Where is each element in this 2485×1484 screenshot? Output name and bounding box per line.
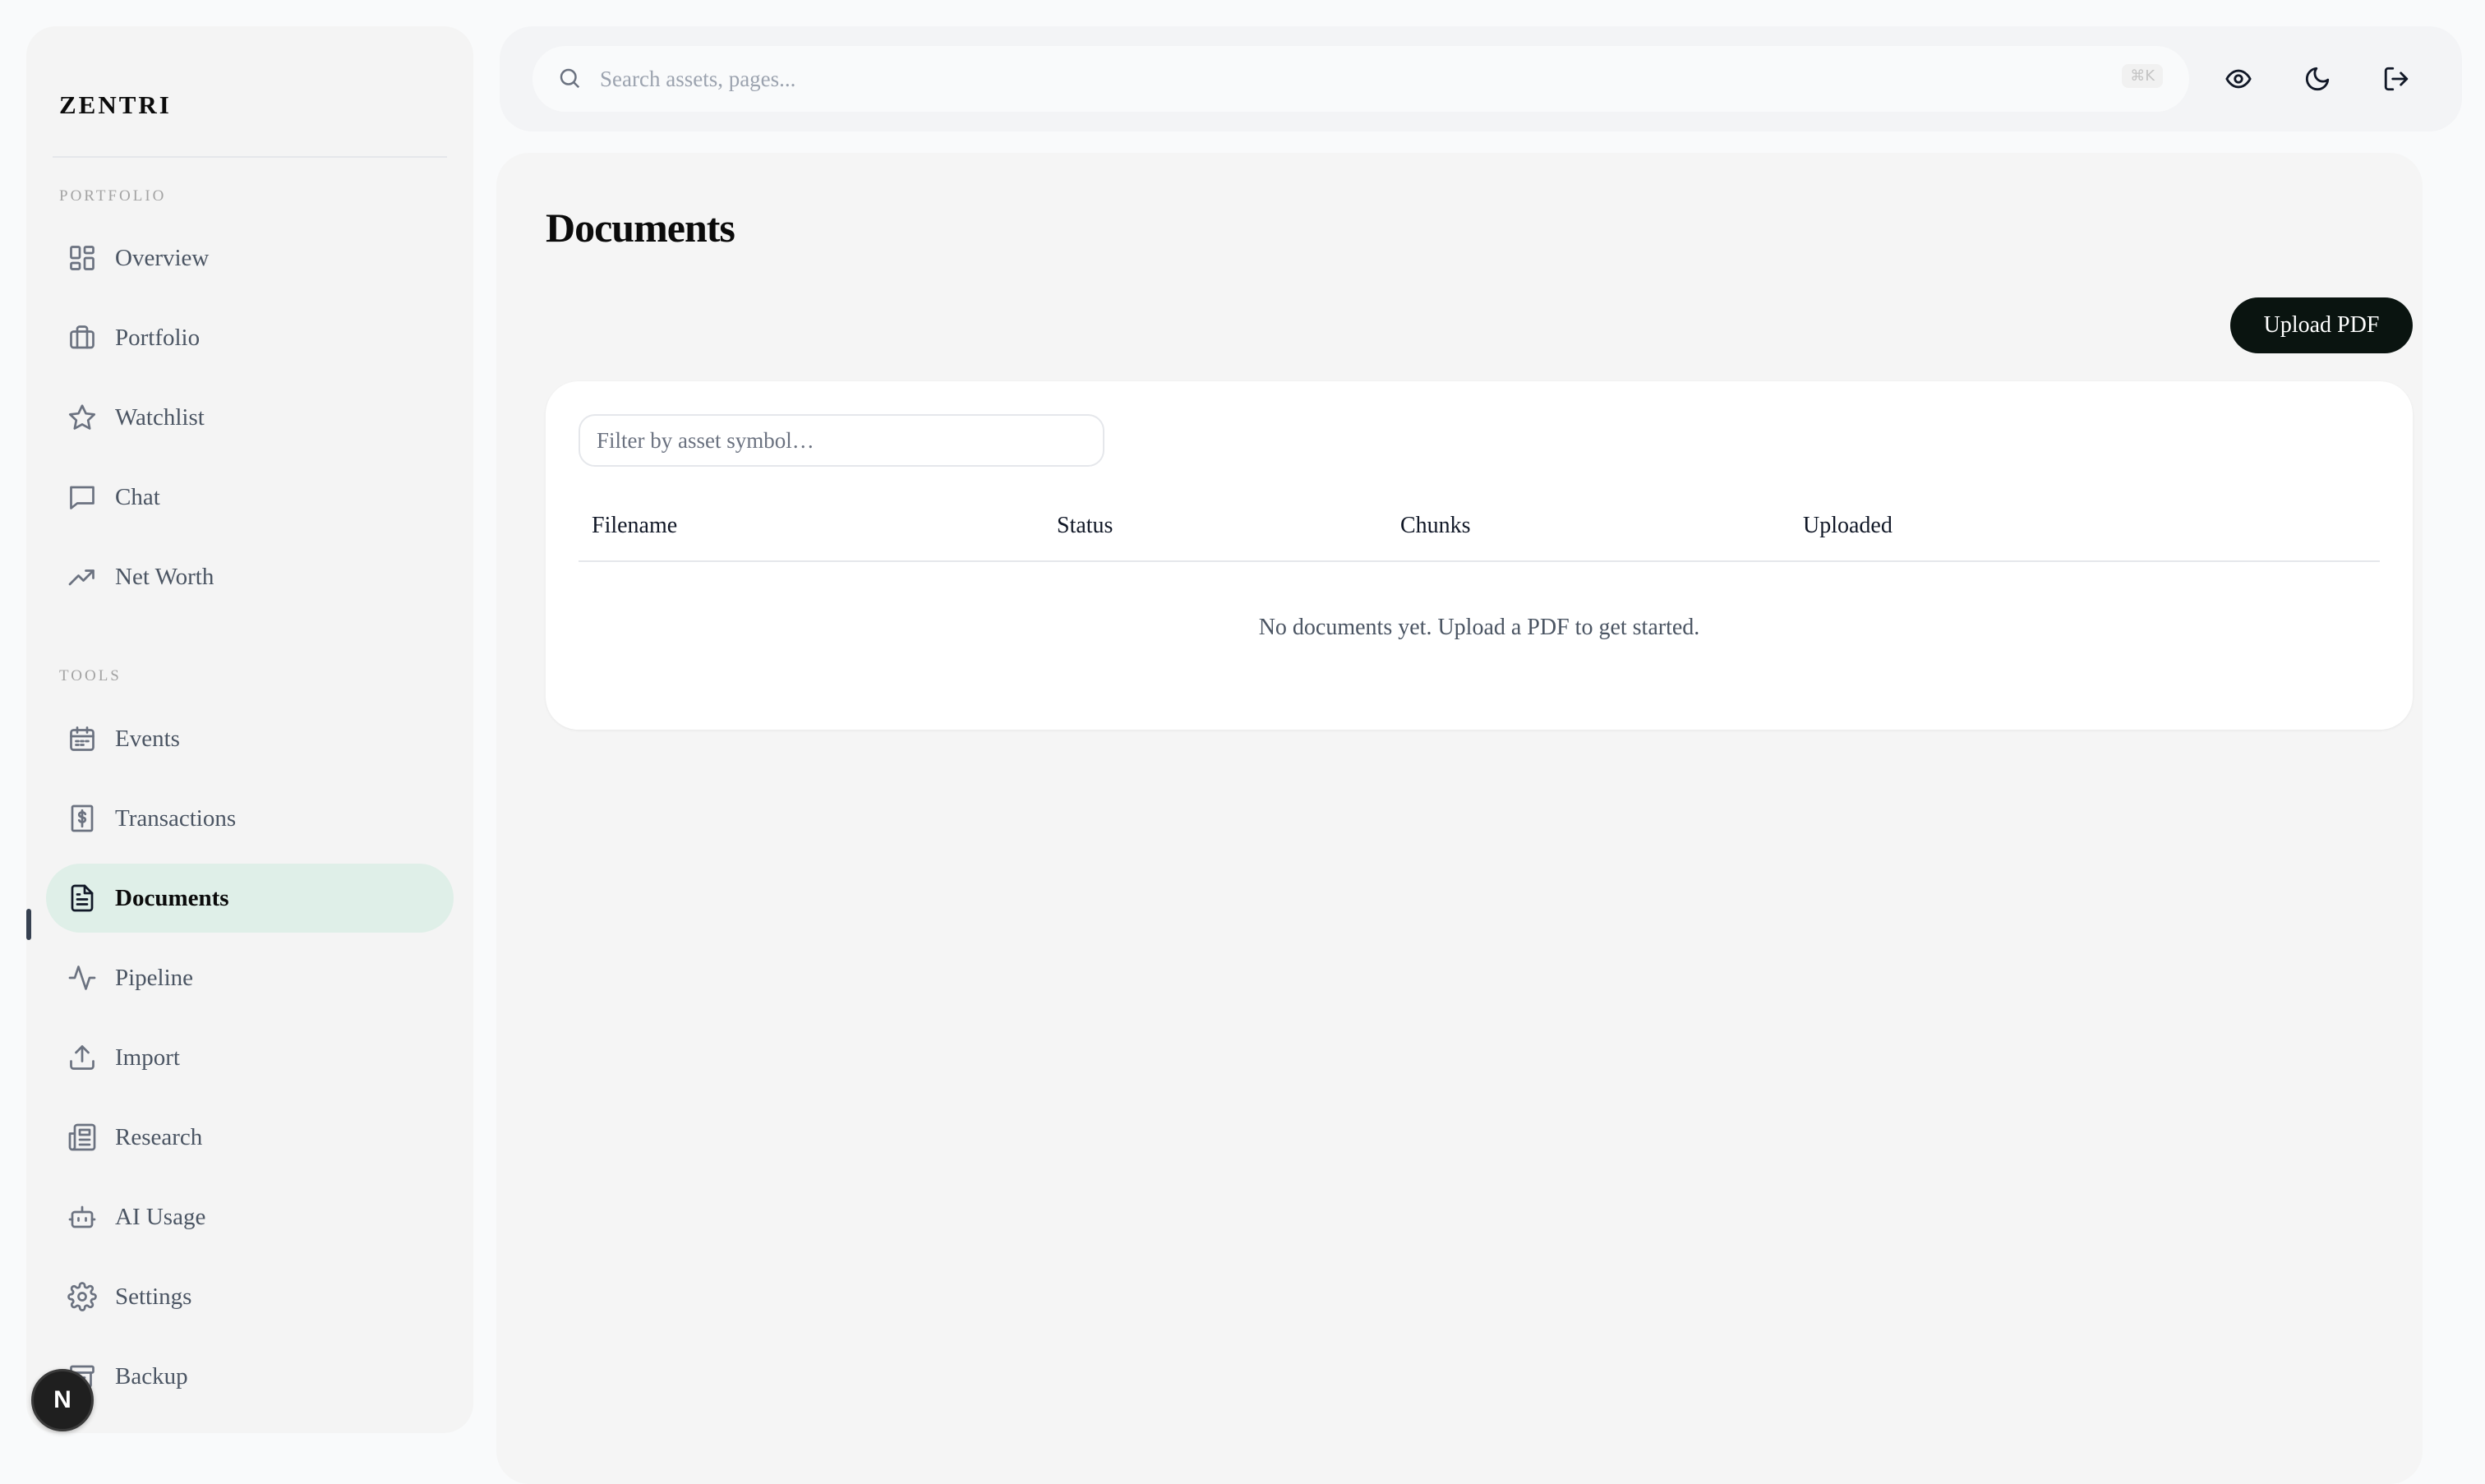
sidebar-item-watchlist[interactable]: Watchlist — [46, 383, 454, 452]
sidebar-item-ai-usage[interactable]: AI Usage — [46, 1182, 454, 1251]
sidebar-item-label: Import — [115, 1044, 180, 1071]
sidebar-item-label: Research — [115, 1123, 203, 1150]
star-icon — [66, 401, 99, 434]
file-text-icon — [66, 882, 99, 915]
logout-icon[interactable] — [2377, 59, 2416, 99]
sidebar-item-pipeline[interactable]: Pipeline — [46, 943, 454, 1012]
sidebar-item-overview[interactable]: Overview — [46, 224, 454, 293]
sidebar-item-label: AI Usage — [115, 1203, 206, 1230]
eye-icon[interactable] — [2219, 59, 2258, 99]
sidebar-item-label: Settings — [115, 1283, 192, 1310]
sidebar: ZENTRI PORTFOLIO Overview Portfolio Watc… — [26, 26, 473, 1433]
shortcut-badge: ⌘K — [2122, 64, 2163, 88]
sidebar-item-label: Pipeline — [115, 964, 194, 991]
grid-icon — [66, 242, 99, 274]
sidebar-item-label: Backup — [115, 1362, 188, 1390]
sidebar-item-label: Events — [115, 725, 180, 752]
briefcase-icon — [66, 321, 99, 354]
message-icon — [66, 481, 99, 514]
main-content: Documents Upload PDF Filename Status Chu… — [496, 153, 2423, 1484]
upload-icon — [66, 1041, 99, 1074]
activity-icon — [66, 961, 99, 994]
sidebar-item-transactions[interactable]: Transactions — [46, 784, 454, 853]
section-label-tools: TOOLS — [59, 667, 122, 684]
column-header-uploaded[interactable]: Uploaded — [1803, 513, 1893, 539]
newspaper-icon — [66, 1121, 99, 1154]
receipt-icon — [66, 802, 99, 835]
column-header-status[interactable]: Status — [1057, 513, 1113, 539]
sidebar-item-documents[interactable]: Documents — [46, 864, 454, 933]
bot-icon — [66, 1201, 99, 1233]
upload-pdf-button[interactable]: Upload PDF — [2230, 297, 2413, 353]
column-header-chunks[interactable]: Chunks — [1400, 513, 1471, 539]
sidebar-item-label: Documents — [115, 884, 229, 911]
calendar-icon — [66, 722, 99, 755]
sidebar-item-label: Watchlist — [115, 403, 205, 431]
section-label-portfolio: PORTFOLIO — [59, 187, 167, 205]
sidebar-item-label: Transactions — [115, 804, 237, 832]
filter-input[interactable] — [579, 414, 1104, 467]
documents-card: Filename Status Chunks Uploaded No docum… — [546, 381, 2413, 730]
gear-icon — [66, 1280, 99, 1313]
search-input[interactable]: Search assets, pages... ⌘K — [532, 46, 2189, 112]
search-icon — [557, 66, 583, 92]
sidebar-item-events[interactable]: Events — [46, 704, 454, 773]
moon-icon[interactable] — [2298, 59, 2337, 99]
sidebar-item-settings[interactable]: Settings — [46, 1262, 454, 1331]
sidebar-item-backup[interactable]: Backup — [46, 1342, 454, 1411]
sidebar-item-net-worth[interactable]: Net Worth — [46, 542, 454, 611]
column-header-filename[interactable]: Filename — [592, 513, 677, 539]
sidebar-item-portfolio[interactable]: Portfolio — [46, 303, 454, 372]
active-indicator — [26, 909, 31, 940]
divider — [53, 156, 447, 158]
sidebar-item-label: Chat — [115, 483, 160, 510]
sidebar-item-label: Portfolio — [115, 324, 201, 351]
sidebar-item-label: Overview — [115, 244, 210, 271]
sidebar-item-label: Net Worth — [115, 563, 214, 590]
search-placeholder: Search assets, pages... — [600, 66, 796, 91]
trending-up-icon — [66, 560, 99, 593]
page-title: Documents — [546, 205, 735, 251]
empty-state-message: No documents yet. Upload a PDF to get st… — [1258, 615, 1700, 640]
sidebar-item-chat[interactable]: Chat — [46, 463, 454, 532]
sidebar-item-research[interactable]: Research — [46, 1103, 454, 1172]
topbar: Search assets, pages... ⌘K — [500, 26, 2462, 131]
table-header: Filename Status Chunks Uploaded — [579, 505, 2380, 562]
brand-logo[interactable]: ZENTRI — [59, 90, 172, 120]
avatar[interactable]: N — [31, 1369, 94, 1431]
sidebar-item-import[interactable]: Import — [46, 1023, 454, 1092]
